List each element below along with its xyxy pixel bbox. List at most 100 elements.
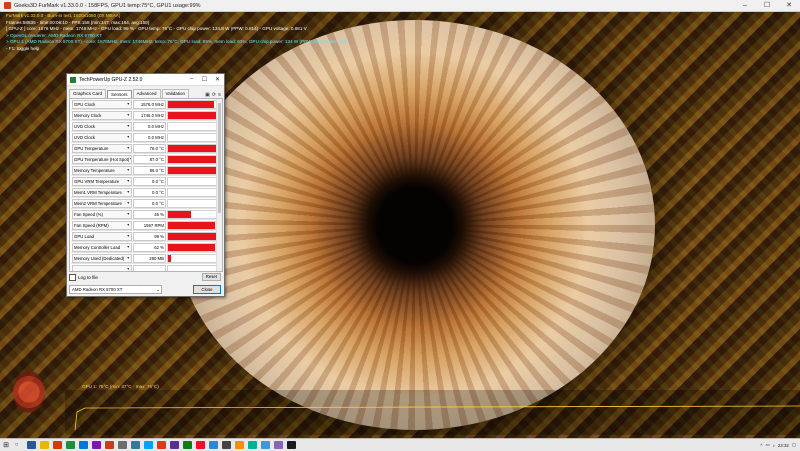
minimize-icon[interactable]: – [185,76,198,83]
dropdown-arrow-icon: ▼ [126,201,130,205]
sensor-label[interactable]: UVD Clock ▼ [72,121,132,131]
network-icon[interactable]: ▭ [765,442,769,448]
sensor-label[interactable]: Fan Speed (RPM) ▼ [72,220,132,230]
volume-icon[interactable]: ♪ [773,443,775,448]
sensor-row: Fan Speed (%) ▼ 46 % [71,209,221,220]
sensor-label[interactable]: Memory Clock ▼ [72,110,132,120]
sensor-graph [167,220,219,230]
search-icon[interactable]: ○ [12,442,21,448]
taskbar-app-icon[interactable] [53,441,62,449]
taskbar: ⊞ ○ ^ ▭ ♪ 23:32 ▢ [0,438,800,451]
sensor-graph [167,231,219,241]
sensor-graph [167,132,219,142]
tab-advanced[interactable]: Advanced [132,89,161,98]
dropdown-arrow-icon: ▼ [129,157,131,161]
dropdown-arrow-icon: ▼ [126,102,130,106]
taskbar-app-icon[interactable] [27,441,36,449]
close-button[interactable]: Close [193,285,221,294]
taskbar-app-icon[interactable] [144,441,153,449]
sensor-label[interactable]: GPU Clock ▼ [72,99,132,109]
taskbar-app-icon[interactable] [274,441,283,449]
sensor-row: Mem1 VRM Temperature ▼ 0.0 °C [71,187,221,198]
taskbar-app-icon[interactable] [131,441,140,449]
gpuz-app-icon [70,76,76,83]
sensor-label[interactable]: Mem2 VRM Temperature ▼ [72,198,132,208]
gpu-select[interactable]: AMD Radeon RX 5700 XT ⌄ [69,285,162,294]
sensor-label[interactable]: ▼ [72,264,132,271]
dropdown-arrow-icon: ▼ [126,212,130,216]
taskbar-app-icon[interactable] [40,441,49,449]
sensor-value: 87.0 °C [133,154,166,164]
taskbar-app-icon[interactable] [222,441,231,449]
dropdown-arrow-icon: ▼ [126,223,130,227]
close-icon[interactable]: ✕ [778,0,800,11]
sensor-graph [167,264,219,271]
sensor-label[interactable]: GPU Temperature (Hot Spot)▼ [72,154,132,164]
gpuz-window: TechPowerUp GPU-Z 2.52.0 – ☐ ✕ Graphics … [66,73,225,297]
hud-line: > GPU 1 (AMD Radeon RX 5700 XT) - core: … [6,39,348,45]
hud-line: - F1: toggle help [6,45,40,51]
dropdown-arrow-icon: ▼ [126,168,130,172]
gpuz-tabs: Graphics Card Sensors Advanced Validation ▣… [67,88,224,99]
sensor-graph [167,99,219,109]
taskbar-app-icon[interactable] [79,441,88,449]
sensor-label[interactable]: Memory Controller Load ▼ [72,242,132,252]
taskbar-app-icon[interactable] [196,441,205,449]
furmark-logo-icon [13,371,45,413]
minimize-icon[interactable]: – [734,0,756,11]
sensor-value: 86.0 °C [133,165,166,175]
dropdown-arrow-icon: ▼ [126,245,130,249]
taskbar-app-icon[interactable] [209,441,218,449]
sensor-graph [167,165,219,175]
taskbar-app-icon[interactable] [92,441,101,449]
sensor-label[interactable]: GPU Load ▼ [72,231,132,241]
sensor-row: GPU VRM Temperature ▼ 0.0 °C [71,176,221,187]
sensor-label[interactable]: Memory Temperature ▼ [72,165,132,175]
taskbar-app-icon[interactable] [66,441,75,449]
reset-button[interactable]: Reset [201,273,221,281]
taskbar-app-icon[interactable] [118,441,127,449]
taskbar-app-icon[interactable] [170,441,179,449]
notification-icon[interactable]: ▢ [792,442,796,448]
log-to-file-checkbox[interactable] [69,273,76,281]
taskbar-app-icon[interactable] [105,441,114,449]
sensor-scrollbar[interactable] [216,99,222,271]
sensor-row: GPU Temperature ▼ 76.0 °C [71,143,221,154]
clock[interactable]: 23:32 [778,443,789,448]
sensor-label[interactable]: GPU VRM Temperature ▼ [72,176,132,186]
sensor-label[interactable]: Fan Speed (%) ▼ [72,209,132,219]
sensor-value: 1597 RPM [133,220,166,230]
taskbar-app-icon[interactable] [287,441,296,449]
dropdown-arrow-icon: ▼ [126,124,130,128]
sensor-label[interactable]: Memory Used (Dedicated) ▼ [72,253,132,263]
sensor-value: 0.0 °C [133,176,166,186]
taskbar-app-icon[interactable] [235,441,244,449]
close-icon[interactable]: ✕ [211,76,224,83]
sensor-label[interactable]: GPU Temperature ▼ [72,143,132,153]
sensor-row: Memory Temperature ▼ 86.0 °C [71,165,221,176]
dropdown-arrow-icon: ▼ [126,267,130,271]
sensor-row: Fan Speed (RPM) ▼ 1597 RPM [71,220,221,231]
sensor-label[interactable]: UVD Clock ▼ [72,132,132,142]
chevron-up-icon[interactable]: ^ [760,443,762,448]
dropdown-arrow-icon: ▼ [126,234,130,238]
maximize-icon[interactable]: ☐ [198,76,211,83]
tab-validation[interactable]: Validation [161,89,189,98]
dropdown-arrow-icon: ▼ [126,179,130,183]
taskbar-app-icon[interactable] [248,441,257,449]
hud-line: > OpenGL renderer: AMD Radeon RX 5700 XT [6,32,102,38]
sensor-value: 1576.0 MHz [133,99,166,109]
sensor-row: Memory Used (Dedicated) ▼ 280 MB [71,253,221,264]
taskbar-app-icon[interactable] [261,441,270,449]
tab-graphics-card[interactable]: Graphics Card [69,89,107,98]
taskbar-app-icon[interactable] [157,441,166,449]
sensor-value: 0.0 MHz [133,132,166,142]
gpuz-title: TechPowerUp GPU-Z 2.52.0 [79,76,143,83]
taskbar-app-icon[interactable] [183,441,192,449]
start-button[interactable]: ⊞ [0,439,12,451]
sensor-graph [167,253,219,263]
sensor-label[interactable]: Mem1 VRM Temperature ▼ [72,187,132,197]
maximize-icon[interactable]: ☐ [756,0,778,11]
chevron-down-icon: ⌄ [156,287,160,292]
sensor-panel: GPU Clock ▼ 1576.0 MHz Memory Clock ▼ 1746.0 … [69,98,223,272]
